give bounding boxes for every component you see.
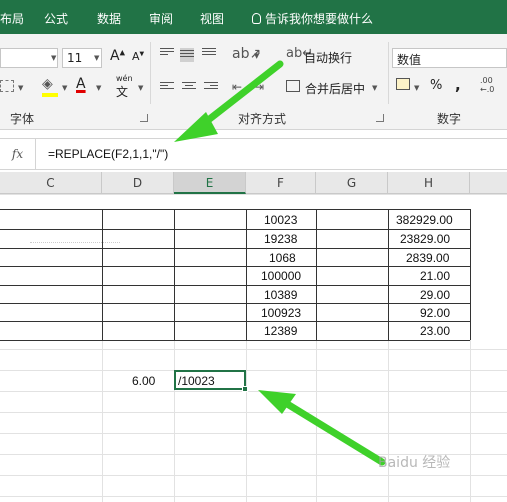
arrow-to-formula [174, 60, 284, 142]
annotation-arrows [174, 60, 386, 466]
watermark: Baidu 经验 [378, 455, 451, 471]
arrow-to-cell [258, 390, 386, 466]
